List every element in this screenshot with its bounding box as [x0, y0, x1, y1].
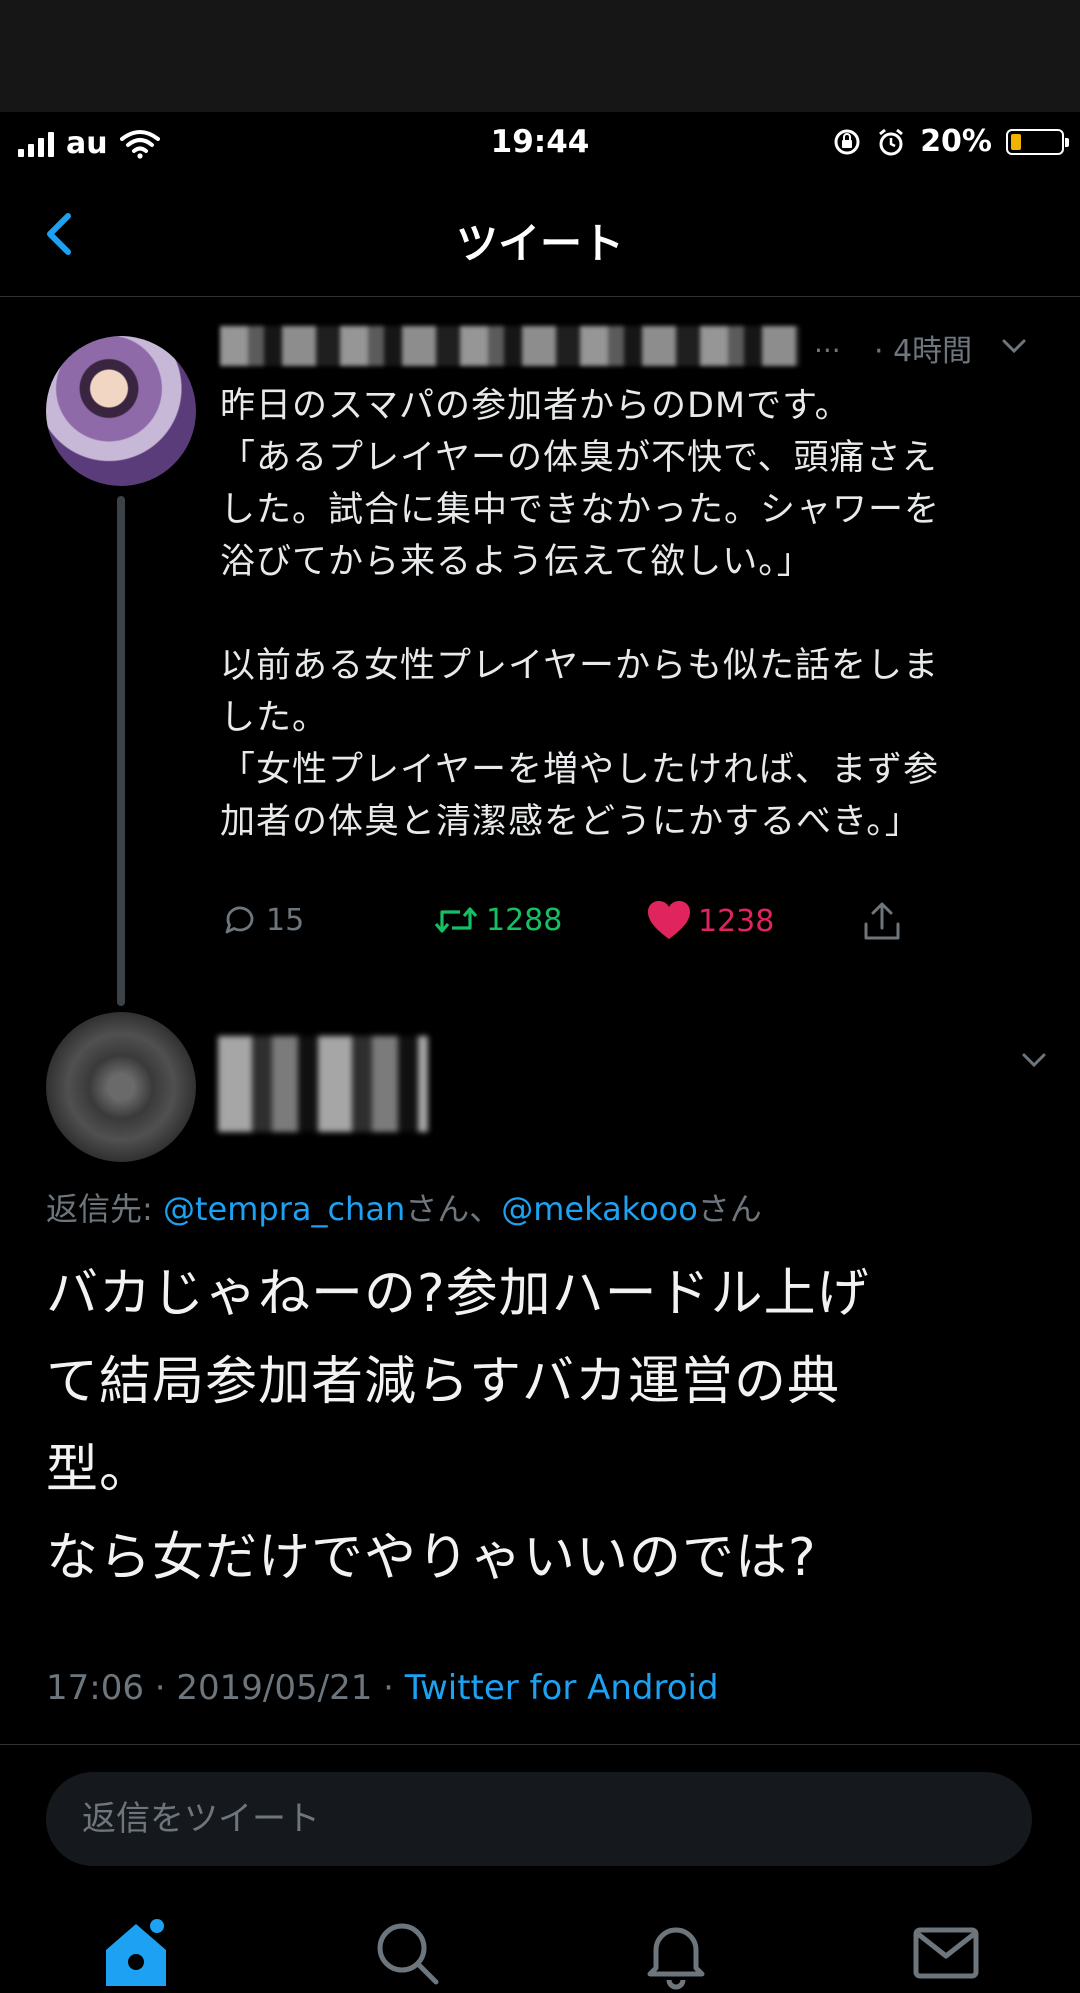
- chevron-down-icon[interactable]: [1014, 1040, 1054, 1080]
- reply-to-label: 返信先:: [46, 1190, 163, 1228]
- divider: [0, 1744, 1080, 1745]
- tweet-actions: 15 1288 1238: [220, 900, 940, 956]
- tweet-text: バカじゃねーの?参加ハードル上げ て結局参加者減らすバカ運営の典 型。 なら女だ…: [46, 1250, 1046, 1602]
- like-button[interactable]: 1238: [646, 900, 774, 942]
- retweet-button[interactable]: 1288: [432, 900, 562, 940]
- alarm-icon: [879, 128, 904, 155]
- chevron-down-icon[interactable]: [994, 326, 1034, 366]
- tweet-line: した。試合に集中できなかった。シャワーを: [220, 490, 941, 530]
- thread-line: [117, 496, 125, 1006]
- share-icon: [864, 902, 900, 940]
- reply-box: [46, 1772, 1032, 1866]
- tweet-line: なら女だけでやりゃいいのでは?: [46, 1528, 817, 1588]
- notifications-icon[interactable]: [636, 1912, 716, 1992]
- search-icon[interactable]: [366, 1912, 446, 1992]
- share-button[interactable]: [860, 900, 904, 944]
- tweet-line: した。: [220, 698, 329, 738]
- reply-count: 15: [266, 902, 305, 938]
- mention-suffix: さん: [697, 1190, 762, 1228]
- name-ellipsis: ...: [814, 326, 841, 359]
- tweet-line: 浴びてから来るよう伝えて欲しい。」: [220, 542, 813, 582]
- tweet-time: · 4時間: [874, 334, 973, 369]
- avatar[interactable]: [46, 1012, 196, 1162]
- mention-link[interactable]: @mekakooo: [501, 1190, 698, 1228]
- page-title: ツイート: [455, 219, 624, 268]
- mention-suffix: さん、: [405, 1190, 502, 1228]
- home-icon[interactable]: [96, 1912, 176, 1992]
- reply-to: 返信先: @tempra_chanさん、@mekakoooさん: [46, 1184, 762, 1230]
- status-right: 20%: [832, 124, 1069, 159]
- tweet-line: 「あるプレイヤーの体臭が不快で、頭痛さえ: [220, 438, 938, 478]
- tab-bar: [0, 1900, 1080, 1993]
- tweet-header: ... · 4時間: [220, 320, 1040, 372]
- tweet-meta: 17:06 · 2019/05/21 · Twitter for Android: [46, 1668, 719, 1708]
- messages-icon[interactable]: [906, 1912, 986, 1992]
- retweet-count: 1288: [486, 902, 563, 938]
- tweet-line: 「女性プレイヤーを増やしたければ、まず参: [220, 750, 939, 790]
- tweet-line: 型。: [46, 1440, 153, 1500]
- tweet-source[interactable]: Twitter for Android: [405, 1668, 719, 1708]
- avatar[interactable]: [46, 336, 196, 486]
- retweet-icon: [434, 907, 478, 933]
- battery-percent: 20%: [920, 124, 992, 159]
- header: ツイート: [0, 178, 1080, 297]
- heart-icon: [648, 901, 690, 939]
- orientation-lock-icon: [834, 129, 860, 154]
- redacted-username[interactable]: [218, 1036, 428, 1132]
- redacted-username[interactable]: [220, 326, 800, 366]
- tweet-line: 以前ある女性プレイヤーからも似た話をしま: [220, 646, 939, 686]
- top-band: [0, 0, 1080, 112]
- like-count: 1238: [698, 903, 775, 939]
- battery-fill: [1011, 133, 1021, 150]
- tweet-line: 昨日のスマパの参加者からのDMです。: [220, 386, 851, 426]
- tweet-line: 加者の体臭と清潔感をどうにかするべき。」: [220, 802, 921, 842]
- reply-button[interactable]: 15: [220, 900, 304, 940]
- tweet-line: バカじゃねーの?参加ハードル上げ: [46, 1264, 870, 1324]
- battery-icon: [1006, 128, 1069, 155]
- reply-icon: [225, 906, 254, 934]
- tweet-line: て結局参加者減らすバカ運営の典: [46, 1352, 840, 1412]
- status-bar: au 19:44 20%: [0, 112, 1080, 178]
- mention-link[interactable]: @tempra_chan: [163, 1190, 405, 1228]
- tweet-timestamp: 17:06 · 2019/05/21 ·: [46, 1668, 405, 1708]
- reply-input[interactable]: [46, 1772, 1032, 1866]
- tweet-text: 昨日のスマパの参加者からのDMです。 「あるプレイヤーの体臭が不快で、頭痛さえ …: [220, 380, 1040, 848]
